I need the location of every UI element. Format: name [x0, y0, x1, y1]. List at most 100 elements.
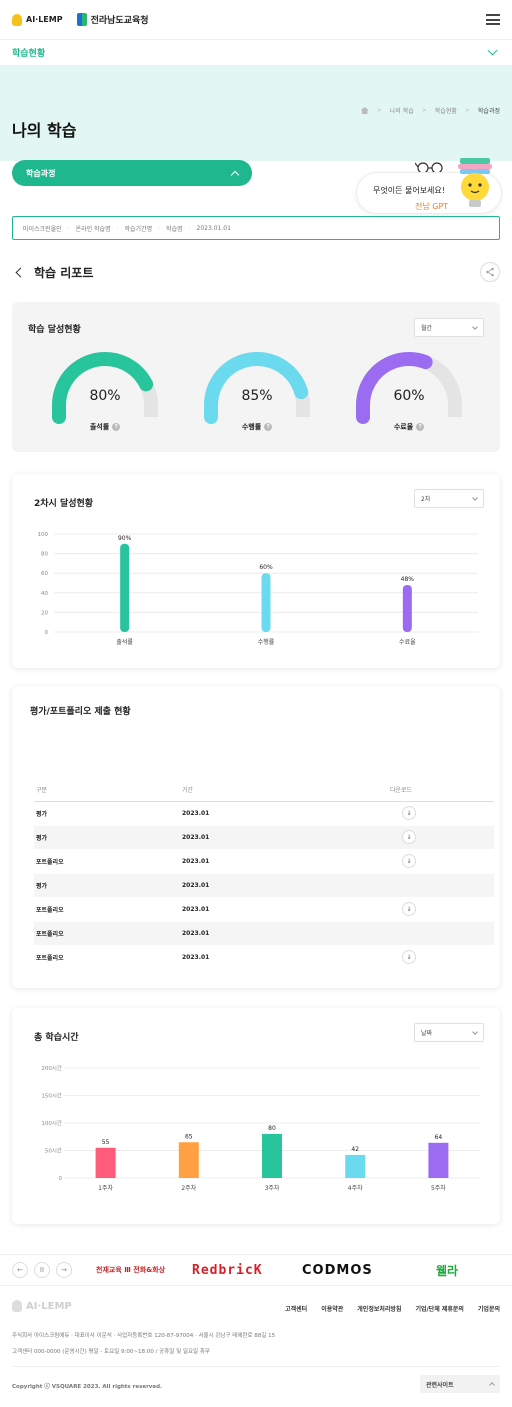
info-icon[interactable]: ?	[416, 423, 425, 431]
table-row: 평가 2023.01 ↓	[34, 825, 494, 850]
bar[interactable]	[120, 543, 130, 632]
download-icon[interactable]: ↓	[402, 806, 416, 820]
footer-link[interactable]: 이용약관	[321, 1304, 343, 1313]
top-header: AI·LEMP 전라남도교육청	[0, 0, 512, 40]
company-info-line: 주식회사 아이스크림에듀 · 대표이사 이운석 · 사업자등록번호 120-87…	[12, 1333, 276, 1339]
download-icon[interactable]: ↓	[402, 854, 416, 868]
bulb-icon	[12, 13, 22, 26]
jeonnam-edu-logo[interactable]: 전라남도교육청	[76, 13, 149, 26]
bar[interactable]	[428, 1142, 449, 1178]
ai-lemp-logo-text: AI·LEMP	[26, 15, 63, 24]
row-type: 평가	[34, 801, 180, 826]
course-toggle-button[interactable]: 학습과정	[12, 160, 252, 186]
next-arrow-icon[interactable]: →	[56, 1262, 72, 1278]
x-tick-label: 1주차	[98, 1184, 113, 1192]
hero-banner: > 나의 학습 > 학습현황 > 학습과정 나의 학습	[0, 66, 512, 161]
gauge-label: 수료율	[393, 423, 414, 431]
y-tick-label: 100	[38, 532, 49, 538]
y-tick-label: 150시간	[41, 1092, 62, 1100]
subnav-bar[interactable]: 학습현황	[0, 40, 512, 66]
row-type: 평가	[34, 873, 180, 898]
edu-emblem-icon	[76, 13, 87, 26]
row-type: 포트폴리오	[34, 849, 180, 874]
chevron-down-icon[interactable]	[487, 45, 498, 56]
table-row: 포트폴리오 2023.01 ↓	[34, 945, 494, 970]
footer-link[interactable]: 기업/단체 제휴문의	[415, 1304, 463, 1313]
page-title: 나의 학습	[12, 121, 77, 140]
footer-link[interactable]: 고객센터	[285, 1304, 307, 1313]
table-row: 포트폴리오 2023.01	[34, 921, 494, 946]
pause-icon[interactable]: II	[34, 1262, 50, 1278]
hamburger-icon[interactable]	[486, 14, 500, 25]
download-icon[interactable]: ↓	[402, 950, 416, 964]
partner-logo[interactable]: CODMOS	[302, 1263, 373, 1278]
breadcrumb: > 나의 학습 > 학습현황 > 학습과정	[360, 106, 500, 115]
gauge-label-wrap: 출석률?	[50, 422, 160, 432]
download-icon[interactable]: ↓	[402, 830, 416, 844]
row-download: ↓	[388, 945, 494, 970]
bar[interactable]	[178, 1142, 199, 1178]
row-type: 포트폴리오	[34, 897, 180, 922]
footer-link[interactable]: 개인정보처리방침	[357, 1304, 401, 1313]
course-filter-summary: 마이스크린올인 · 온라인 학습명 · 학습기간명 · 학습명 · 2023.01.01	[12, 216, 500, 240]
x-tick-label: 수행률	[258, 638, 275, 646]
period-select-value: 월간	[421, 325, 433, 332]
study-time-bar-chart: 200시간 150시간 100시간 50시간 0 55 1주차 65 2주차 80 3주차 42 4주차…	[41, 1064, 480, 1192]
row-download: ↓	[388, 897, 494, 922]
period-select[interactable]: 월간	[414, 318, 484, 337]
bar-value-label: 64	[435, 1134, 443, 1141]
row-period: 2023.01	[180, 825, 388, 850]
partner-logo[interactable]: 웰라	[436, 1262, 458, 1279]
table-header: 다운로드	[388, 779, 494, 802]
x-tick-label: 4주차	[348, 1184, 363, 1192]
study-time-card: 총 학습시간 날짜 200시간 150시간 100시간 50시간 0 55 1주차 65 2주차…	[12, 1008, 500, 1224]
info-icon[interactable]: ?	[112, 423, 121, 431]
footer-logo-text: AI·LEMP	[26, 1300, 72, 1312]
ai-lemp-logo[interactable]: AI·LEMP	[12, 13, 63, 26]
y-tick-label: 0	[45, 630, 49, 636]
filter-item: 온라인 학습명	[75, 225, 111, 233]
bar-value-label: 42	[351, 1146, 359, 1153]
gauge-label: 출석률	[89, 423, 110, 431]
x-tick-label: 수료율	[399, 639, 416, 646]
bar[interactable]	[262, 1134, 282, 1178]
gauge-label-wrap: 수료율?	[354, 422, 464, 432]
footer-links: 고객센터 이용약관 개인정보처리방침 기업/단체 제휴문의 기업문의	[285, 1304, 500, 1313]
breadcrumb-item[interactable]: 학습현황	[435, 106, 457, 115]
x-tick-label: 출석률	[116, 638, 133, 646]
partner-logo[interactable]: 천재교육 Ⅲ 전화&화상	[96, 1265, 165, 1275]
gauge-value: 80%	[89, 388, 121, 404]
bar[interactable]	[345, 1154, 366, 1178]
bar[interactable]	[95, 1147, 116, 1178]
footer: AI·LEMP 고객센터 이용약관 개인정보처리방침 기업/단체 제휴문의 기업…	[0, 1286, 512, 1407]
gauge-2: 60% 수료율?	[354, 350, 464, 440]
footer-link[interactable]: 기업문의	[478, 1304, 500, 1313]
download-icon[interactable]: ↓	[402, 902, 416, 916]
bar-value-label: 60%	[259, 564, 273, 571]
partner-logo[interactable]: RedbricK	[192, 1263, 263, 1278]
bar[interactable]	[261, 573, 271, 632]
edu-logo-text: 전라남도교육청	[90, 16, 149, 26]
info-icon[interactable]: ?	[264, 423, 273, 431]
related-sites-select[interactable]: 관련사이트	[420, 1375, 500, 1393]
achievement-card: 학습 달성현황 월간 80% 출석률? 85% 수행률? 60% 수료율?	[12, 302, 500, 452]
row-download: ↓	[388, 825, 494, 850]
filter-item: 학습기간명	[124, 225, 153, 233]
report-title: 학습 리포트	[34, 265, 94, 280]
y-tick-label: 100시간	[41, 1119, 62, 1127]
bar-value-label: 90%	[118, 535, 132, 542]
share-button[interactable]	[480, 262, 500, 282]
home-icon[interactable]	[360, 107, 369, 114]
bar-value-label: 80	[268, 1125, 276, 1132]
breadcrumb-item[interactable]: 나의 학습	[390, 106, 414, 115]
prev-arrow-icon[interactable]: ←	[12, 1262, 28, 1278]
row-type: 포트폴리오	[34, 945, 180, 970]
partner-bar: ← II → 천재교육 Ⅲ 전화&화상 RedbricK CODMOS 웰라	[0, 1254, 512, 1286]
gauge-1: 85% 수행률?	[202, 350, 312, 440]
bar[interactable]	[402, 584, 412, 632]
row-period: 2023.01	[180, 921, 388, 946]
table-row: 평가 2023.01	[34, 873, 494, 898]
table-row: 포트폴리오 2023.01 ↓	[34, 849, 494, 874]
back-arrow-icon[interactable]	[15, 267, 26, 277]
y-tick-label: 50시간	[45, 1147, 62, 1155]
